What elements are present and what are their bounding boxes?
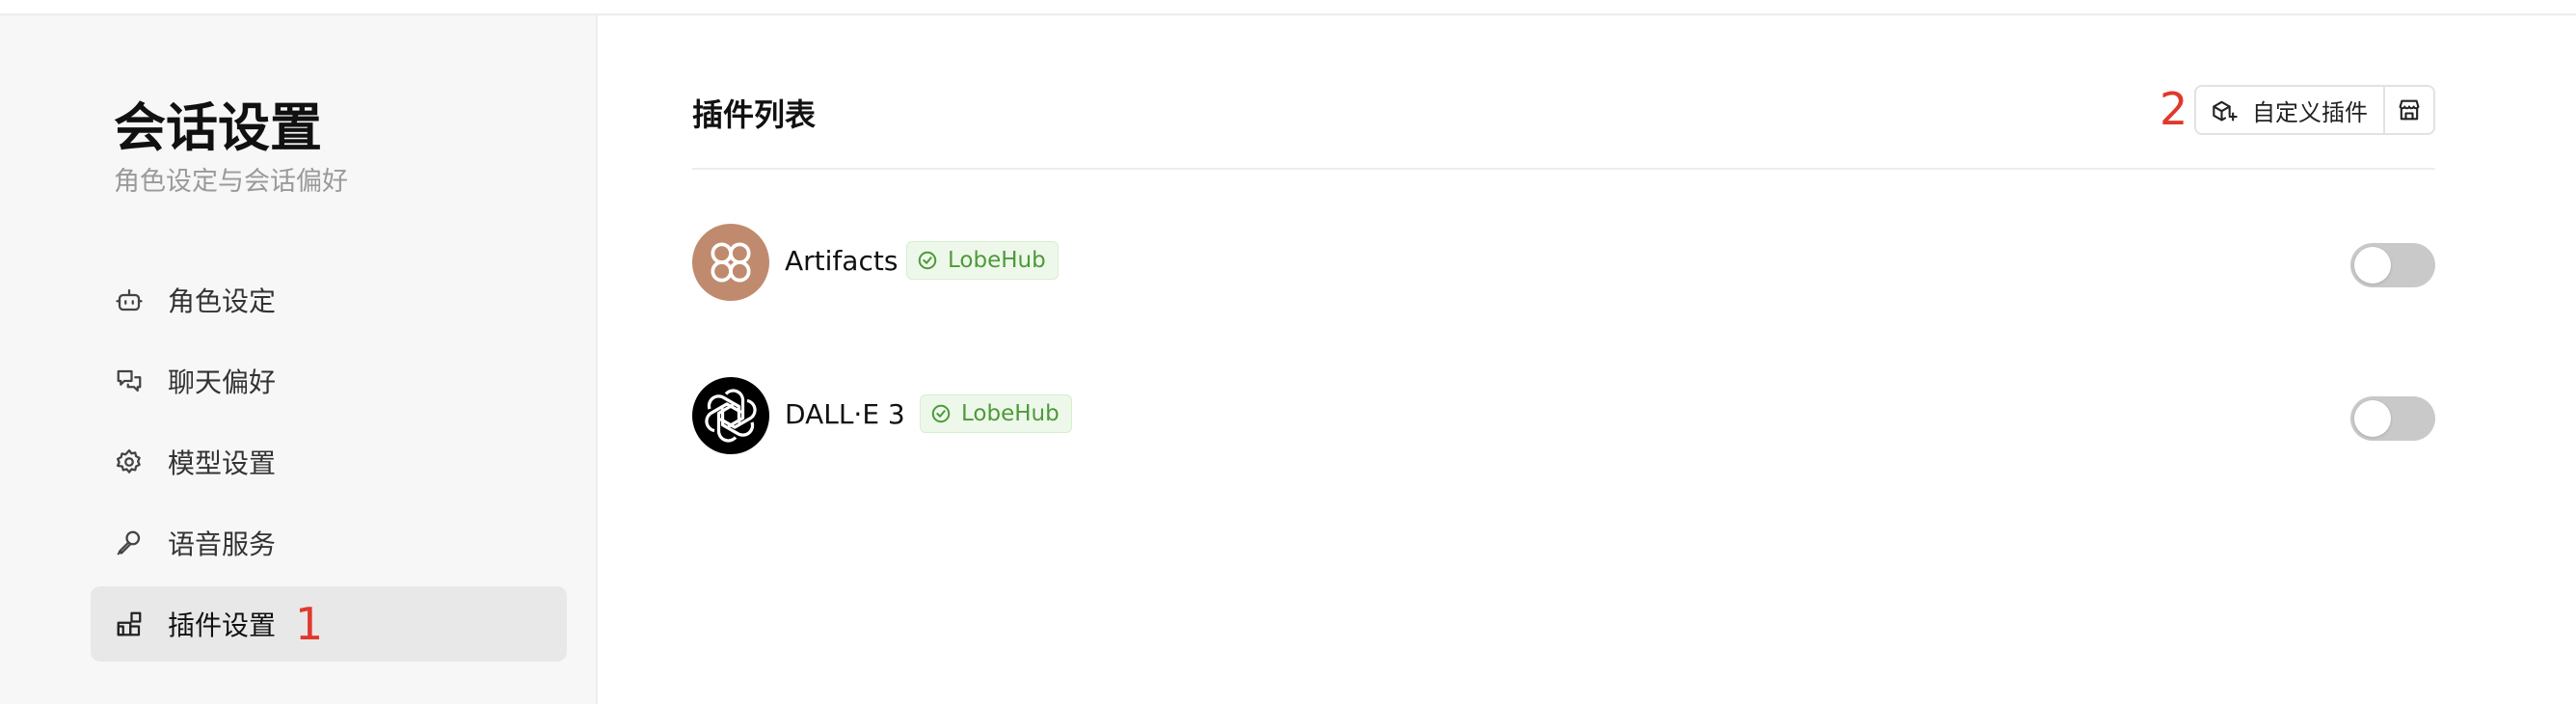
plugin-toggle-artifacts[interactable] (2350, 243, 2435, 287)
check-circle-icon (917, 250, 938, 271)
plugin-row-dalle: DALL·E 3 LobeHub (692, 377, 2435, 458)
plugin-row-artifacts: Artifacts LobeHub (692, 224, 2435, 305)
plugin-store-button[interactable] (2385, 87, 2433, 133)
sidebar-item-plugins[interactable]: 插件设置 (91, 586, 567, 662)
robot-icon (112, 283, 147, 317)
sidebar-subtitle: 角色设定与会话偏好 (114, 167, 348, 197)
sidebar-item-model[interactable]: 模型设置 (91, 424, 567, 500)
toggle-knob (2354, 247, 2391, 284)
annotation-number-2: 2 (2160, 83, 2188, 135)
sidebar-item-chat[interactable]: 聊天偏好 (91, 343, 567, 419)
brain-gear-icon (112, 445, 147, 479)
header-divider (692, 168, 2435, 170)
custom-plugin-label: 自定义插件 (2252, 98, 2368, 126)
toggle-knob (2354, 400, 2391, 437)
settings-sidebar: 会话设置 角色设定与会话偏好 角色设定 聊天偏好 模型设置 语音服务 插件设置 … (0, 15, 598, 704)
openai-icon (692, 377, 769, 454)
badge-label: LobeHub (948, 248, 1046, 273)
sidebar-item-label: 角色设定 (168, 285, 277, 317)
plugin-toggle-dalle[interactable] (2350, 396, 2435, 441)
badge-label: LobeHub (961, 401, 1060, 426)
store-icon (2396, 96, 2423, 123)
sidebar-item-label: 模型设置 (168, 447, 277, 479)
custom-plugin-button[interactable]: 自定义插件 (2196, 87, 2385, 133)
sidebar-item-label: 语音服务 (168, 528, 277, 560)
sidebar-title: 会话设置 (114, 97, 322, 158)
check-circle-icon (930, 403, 952, 424)
flower-icon (692, 224, 769, 301)
sidebar-item-voice[interactable]: 语音服务 (91, 505, 567, 581)
sidebar-item-label: 插件设置 (168, 609, 277, 641)
blocks-icon (112, 607, 147, 641)
microphone-icon (112, 526, 147, 560)
plugin-name: Artifacts (785, 245, 899, 277)
lobehub-badge: LobeHub (920, 394, 1072, 433)
sidebar-item-role[interactable]: 角色设定 (91, 262, 567, 338)
page-title: 插件列表 (692, 96, 817, 133)
plugin-actions: 自定义插件 (2194, 85, 2435, 135)
sidebar-item-label: 聊天偏好 (168, 366, 277, 398)
package-plus-icon (2212, 96, 2239, 123)
chat-bubbles-icon (112, 364, 147, 398)
plugin-name: DALL·E 3 (785, 398, 905, 430)
annotation-number-1: 1 (295, 598, 324, 650)
lobehub-badge: LobeHub (906, 241, 1059, 280)
